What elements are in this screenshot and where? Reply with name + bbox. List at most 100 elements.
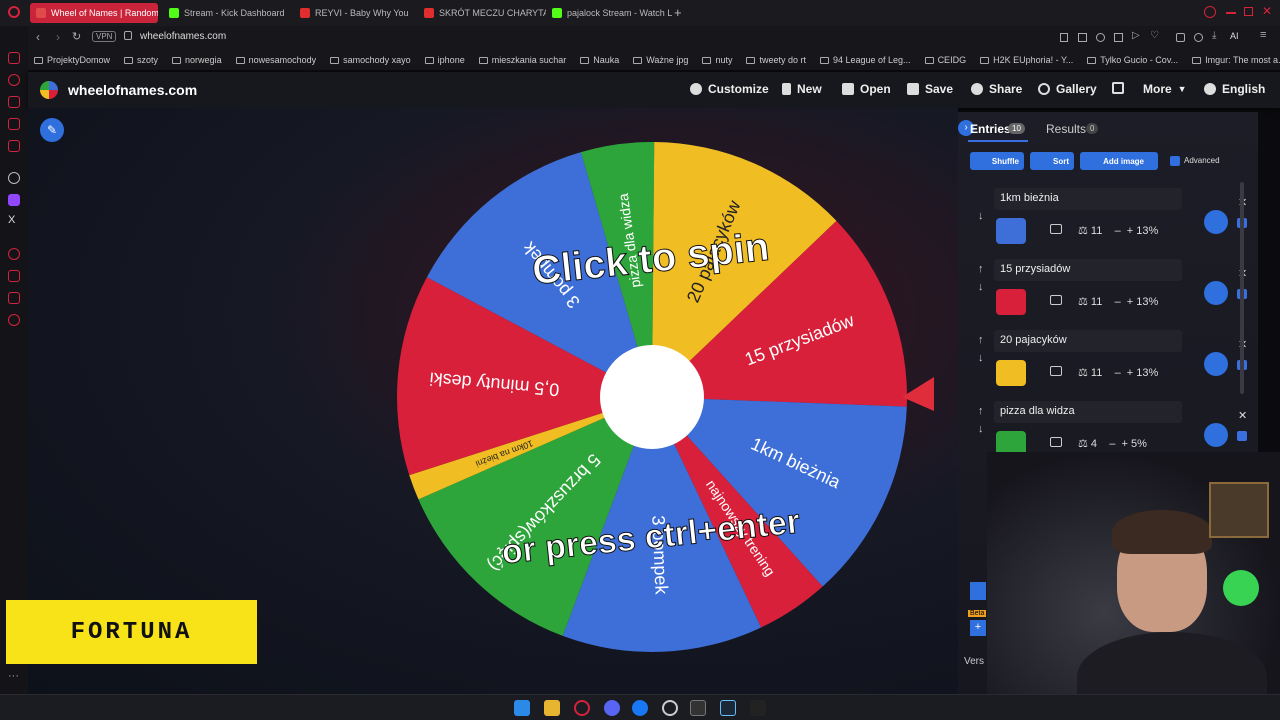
back-icon[interactable]: ‹ (36, 30, 40, 44)
bookmark-item[interactable]: Tylko Gucio - Cov... (1087, 55, 1178, 65)
steam-icon[interactable] (720, 700, 736, 716)
add-entry-plus-icon[interactable]: + (970, 620, 986, 636)
discord-icon[interactable] (604, 700, 620, 716)
wallet-icon[interactable] (1114, 33, 1123, 42)
extensions-icon[interactable] (1176, 33, 1185, 42)
windows-start-icon[interactable] (514, 700, 530, 716)
entry-enabled-checkbox[interactable] (1237, 431, 1247, 441)
wheel[interactable]: 3 pompek pizza dla widza 20 pajacyków15 pr… (395, 140, 935, 660)
entry-weight-control[interactable]: ⚖ 11 – + 13% (1078, 224, 1158, 237)
bookmark-item[interactable]: iphone (424, 55, 465, 65)
file-explorer-icon[interactable] (544, 700, 560, 716)
entry-delete-icon[interactable]: ✕ (1238, 409, 1247, 422)
facebook-icon[interactable] (632, 700, 648, 716)
wheel-center-hub[interactable] (600, 345, 704, 449)
save-button[interactable]: Save (907, 82, 953, 96)
close-window-icon[interactable]: ✕ (1262, 4, 1272, 18)
entry-title-field[interactable]: pizza dla widza (994, 401, 1182, 423)
customize-button[interactable]: Customize (690, 82, 769, 96)
maximize-icon[interactable] (1244, 7, 1253, 16)
clock-icon[interactable] (8, 248, 20, 260)
bookmark-item[interactable]: norwegia (172, 55, 222, 65)
history-icon[interactable] (8, 74, 20, 86)
bookmark-item[interactable]: Imgur: The most a... (1192, 55, 1280, 65)
tab-entries[interactable]: Entries (970, 122, 1011, 136)
box-icon[interactable] (8, 292, 20, 304)
menu-lines-icon[interactable]: ≡ (1260, 29, 1266, 41)
heart-outline-icon[interactable]: ♡ (1150, 30, 1159, 41)
profile-icon[interactable] (1194, 33, 1203, 42)
x-twitter-icon[interactable]: X (8, 214, 15, 226)
settings-gear-icon[interactable] (8, 314, 20, 326)
entry-color-swatch[interactable] (996, 360, 1026, 386)
forward-icon[interactable]: › (56, 30, 60, 44)
bookmark-item[interactable]: Nauka (580, 55, 619, 65)
bookmark-item[interactable]: 94 League of Leg... (819, 55, 911, 65)
heart-icon[interactable] (8, 270, 20, 282)
fortuna-ad-banner[interactable]: FORTUNA (6, 600, 257, 664)
search-icon[interactable] (1204, 6, 1216, 18)
entry-image-icon[interactable] (1050, 366, 1062, 376)
move-down-arrow-icon[interactable]: ↓ (978, 352, 984, 364)
flow-icon[interactable] (8, 96, 20, 108)
bookmark-item[interactable]: szoty (124, 55, 158, 65)
entry-title-field[interactable]: 20 pajacyków (994, 330, 1182, 352)
entry-image-icon[interactable] (1050, 295, 1062, 305)
bookmark-item[interactable]: mieszkania suchar (478, 55, 566, 65)
twitch-icon[interactable] (8, 194, 20, 206)
more-button[interactable]: More ▼ (1143, 82, 1187, 96)
bookmark-item[interactable]: nuty (702, 55, 732, 65)
browser-tab[interactable]: SKRÓT MECZU CHARYTA (418, 3, 546, 23)
browser-tab[interactable]: pajalock Stream - Watch L (546, 3, 674, 23)
browser-tab[interactable]: REYVI - Baby Why You (294, 3, 422, 23)
site-logo-icon[interactable] (40, 81, 58, 99)
site-logo-text[interactable]: wheelofnames.com (68, 82, 197, 98)
entry-image-icon[interactable] (1050, 437, 1062, 447)
shield-icon[interactable] (1096, 33, 1105, 42)
entry-weight-control[interactable]: ⚖ 11 – + 13% (1078, 295, 1158, 308)
share-button[interactable]: Share (971, 82, 1022, 96)
add-image-button[interactable]: Add image (1080, 152, 1158, 170)
bookmarks-icon[interactable] (8, 118, 20, 130)
bookmark-item[interactable]: ProjektyDomow (34, 55, 110, 65)
entry-image-icon[interactable] (1050, 224, 1062, 234)
player-icon[interactable] (8, 140, 20, 152)
chatgpt-taskbar-icon[interactable] (662, 700, 678, 716)
ai-button[interactable]: AI (1230, 31, 1239, 41)
move-up-arrow-icon[interactable]: ↑ (978, 405, 984, 417)
entry-weight-control[interactable]: ⚖ 11 – + 13% (1078, 366, 1158, 379)
reload-icon[interactable]: ↻ (72, 30, 81, 43)
entry-title-field[interactable]: 15 przysiadów (994, 259, 1182, 281)
open-button[interactable]: Open (842, 82, 891, 96)
bookmark-item[interactable]: nowesamochody (235, 55, 316, 65)
more-dots-icon[interactable]: ··· (8, 670, 19, 682)
move-up-arrow-icon[interactable]: ↑ (978, 334, 984, 346)
browser-tab[interactable]: Wheel of Names | Random (30, 3, 158, 23)
obs-icon[interactable] (750, 700, 766, 716)
entry-color-swatch[interactable] (996, 218, 1026, 244)
move-up-arrow-icon[interactable]: ↑ (978, 263, 984, 275)
tab-results[interactable]: Results (1046, 122, 1086, 136)
opera-taskbar-icon[interactable] (574, 700, 590, 716)
bookmark-item[interactable]: CEIDG (924, 55, 966, 65)
vpn-badge[interactable]: VPN (92, 31, 117, 42)
minimize-icon[interactable] (1226, 12, 1236, 14)
gallery-button[interactable]: Gallery (1038, 82, 1097, 96)
move-down-arrow-icon[interactable]: ↓ (978, 281, 984, 293)
entry-settings-icon[interactable] (1204, 352, 1228, 376)
move-down-arrow-icon[interactable]: ↓ (978, 423, 984, 435)
entries-scrollbar[interactable] (1240, 182, 1244, 394)
language-button[interactable]: English (1204, 82, 1265, 96)
terminal-icon[interactable] (690, 700, 706, 716)
move-down-arrow-icon[interactable]: ↓ (978, 210, 984, 222)
shuffle-button[interactable]: Shuffle (970, 152, 1024, 170)
fullscreen-button[interactable] (1112, 82, 1124, 94)
entry-settings-icon[interactable] (1204, 281, 1228, 305)
entry-title-field[interactable]: 1km bieżnia (994, 188, 1182, 210)
bookmark-item[interactable]: H2K EUphoria! - Y... (980, 55, 1073, 65)
chatgpt-icon[interactable] (8, 172, 20, 184)
bookmark-page-icon[interactable] (1060, 33, 1068, 42)
entry-settings-icon[interactable] (1204, 210, 1228, 234)
edit-pencil-icon[interactable]: ✎ (40, 118, 64, 142)
bookmark-item[interactable]: samochody xayo (330, 55, 411, 65)
